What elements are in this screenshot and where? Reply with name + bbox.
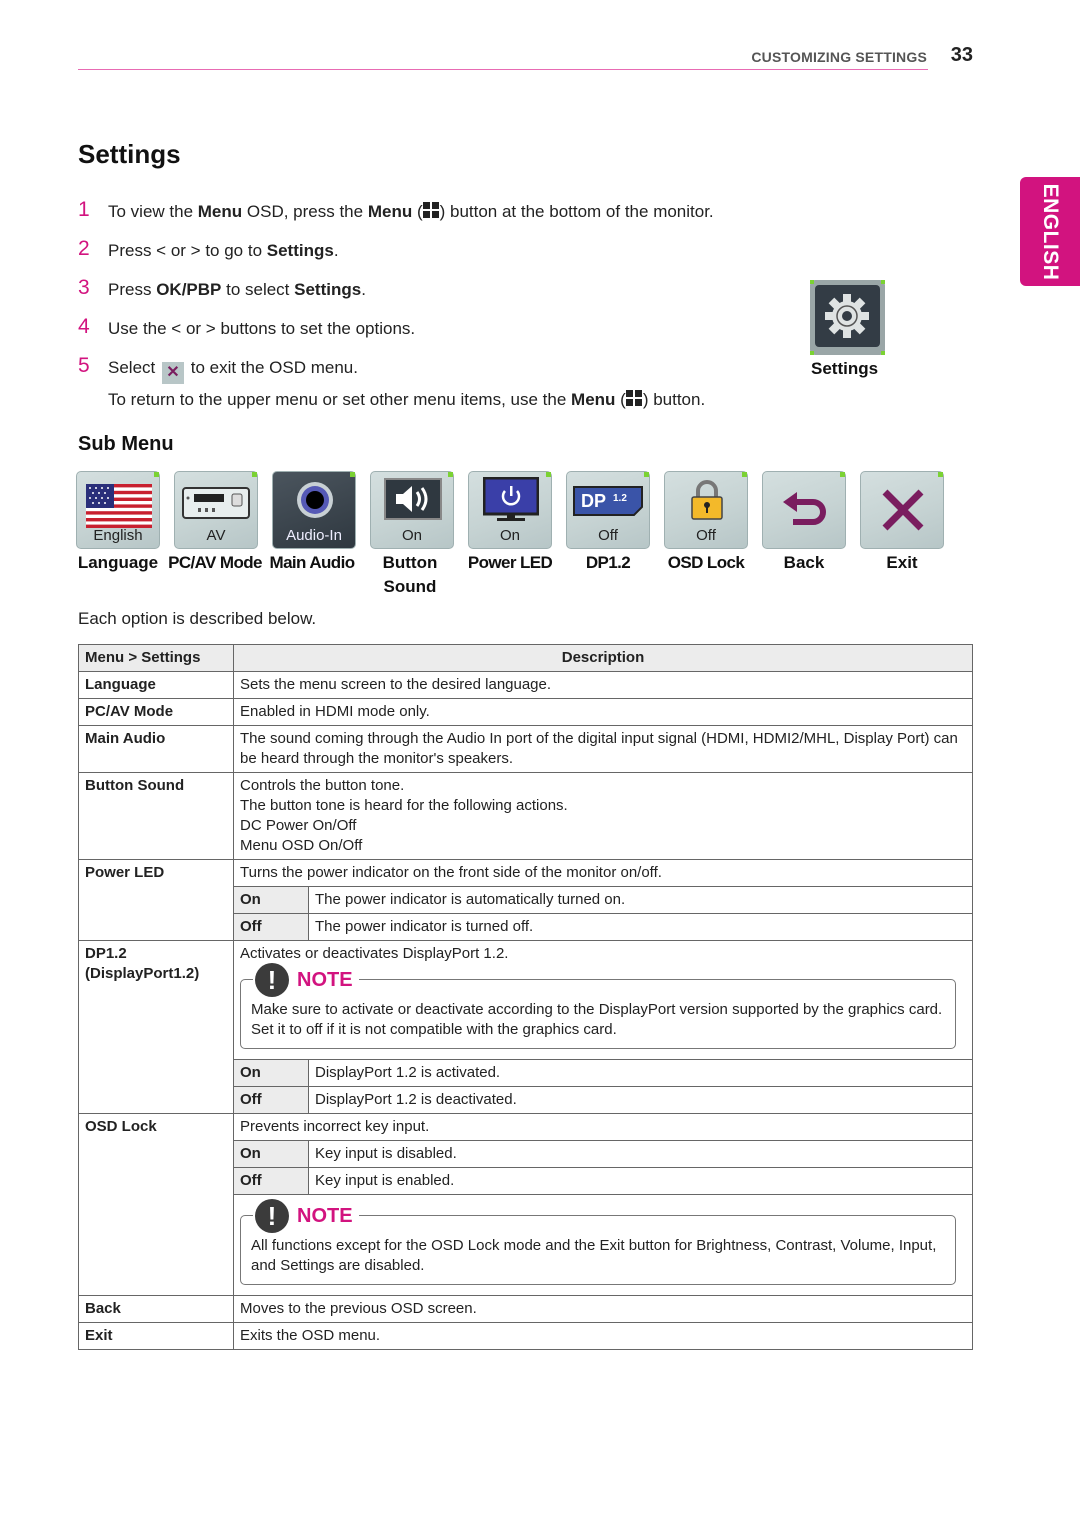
tile-label-power-led: Power LED — [467, 553, 553, 572]
row-desc: Controls the button tone. The button ton… — [233, 772, 973, 860]
row-desc: Prevents incorrect key input. On Key inpu… — [233, 1113, 973, 1296]
tile-value: Off — [598, 527, 618, 544]
table-row: Language Sets the menu screen to the des… — [78, 671, 973, 699]
return-instruction: To return to the upper menu or set other… — [108, 390, 706, 409]
svg-text:DP: DP — [581, 491, 606, 511]
row-desc: Sets the menu screen to the desired lang… — [233, 671, 973, 699]
table-row: OSD Lock Prevents incorrect key input. O… — [78, 1113, 973, 1296]
row-item: Power LED — [78, 859, 234, 941]
row-item: Language — [78, 671, 234, 699]
table-row: Button Sound Controls the button tone. T… — [78, 772, 973, 860]
tile-value: On — [499, 527, 520, 544]
language-tab: ENGLISH — [1020, 177, 1080, 286]
table-row: DP1.2 (DisplayPort1.2) Activates or deact… — [78, 940, 973, 1114]
note-box: ! NOTE Make sure to activate or deactivat… — [240, 963, 956, 1049]
exclamation-icon: ! — [255, 963, 289, 997]
step-text: Use the < or > buttons to set the option… — [108, 319, 416, 338]
table-row: Back Moves to the previous OSD screen. — [78, 1295, 973, 1323]
row-desc: Activates or deactivates DisplayPort 1.2… — [233, 940, 973, 1114]
svg-text:1.2: 1.2 — [613, 493, 627, 504]
tile-power-led[interactable]: On — [468, 471, 552, 549]
tile-value: Audio-In — [286, 527, 342, 544]
exit-x-icon: ✕ — [161, 362, 184, 384]
tile-value: AV — [206, 527, 226, 544]
step-text: Press OK/PBP to select Settings. — [108, 280, 366, 299]
table-row: Exit Exits the OSD menu. — [78, 1322, 973, 1350]
language-tab-label: ENGLISH — [1039, 183, 1062, 280]
tile-label-language: Language — [77, 553, 159, 572]
step-number: 4 — [78, 315, 90, 338]
tile-label-main-audio: Main Audio — [269, 553, 356, 572]
close-x-icon — [882, 489, 924, 531]
us-flag-icon — [86, 484, 152, 528]
row-desc: Enabled in HDMI mode only. — [233, 698, 973, 726]
table-row: Main Audio The sound coming through the … — [78, 725, 973, 773]
tile-dp12[interactable]: DP 1.2 Off — [566, 471, 650, 549]
row-item: PC/AV Mode — [78, 698, 234, 726]
step-number: 1 — [78, 198, 90, 221]
table-header-row: Menu > Settings Description — [78, 644, 973, 672]
description-intro: Each option is described below. — [78, 609, 317, 628]
page-number: 33 — [950, 44, 973, 66]
tile-pcav-mode[interactable]: AV — [174, 471, 258, 549]
tile-language[interactable]: English — [76, 471, 160, 549]
tile-label-button-sound: Button Sound — [382, 553, 438, 596]
row-desc: Moves to the previous OSD screen. — [233, 1295, 973, 1323]
tile-main-audio[interactable]: Audio-In — [272, 471, 356, 549]
step-number: 3 — [78, 276, 90, 299]
section-title: CUSTOMIZING SETTINGS — [751, 49, 927, 65]
row-item: Exit — [78, 1322, 234, 1350]
row-desc: Exits the OSD menu. — [233, 1322, 973, 1350]
row-item: Button Sound — [78, 772, 234, 860]
tile-label-dp12: DP1.2 — [585, 553, 631, 572]
step-number: 2 — [78, 237, 90, 260]
tile-value: Off — [696, 527, 716, 544]
row-desc: Turns the power indicator on the front s… — [233, 859, 973, 941]
tile-label-osd-lock: OSD Lock — [667, 553, 745, 572]
step-text: Select ✕ to exit the OSD menu. — [108, 358, 358, 384]
tile-label-back: Back — [783, 553, 825, 572]
header-rule — [78, 69, 928, 70]
tile-exit[interactable] — [860, 471, 944, 549]
menu-button-icon — [625, 390, 643, 407]
av-device-icon — [182, 487, 250, 519]
row-item: Main Audio — [78, 725, 234, 773]
page-title: Settings — [78, 139, 181, 169]
header-description: Description — [233, 644, 973, 672]
tile-label-pcav-mode: PC/AV Mode — [168, 553, 262, 572]
sub-menu-heading: Sub Menu — [78, 433, 174, 455]
tile-label-exit: Exit — [886, 553, 918, 572]
monitor-power-icon — [483, 477, 539, 521]
settings-description-table: Menu > Settings Description Language Set… — [78, 644, 973, 1350]
header-menu-settings: Menu > Settings — [78, 644, 234, 672]
row-item: Back — [78, 1295, 234, 1323]
step-text: Press < or > to go to Settings. — [108, 241, 339, 260]
speaker-icon — [384, 478, 442, 520]
tile-button-sound[interactable]: On — [370, 471, 454, 549]
row-item: DP1.2 (DisplayPort1.2) — [78, 940, 234, 1114]
row-desc: The sound coming through the Audio In po… — [233, 725, 973, 773]
menu-button-icon — [422, 202, 440, 219]
settings-gear-icon — [810, 280, 885, 355]
audio-jack-icon — [297, 482, 333, 518]
back-arrow-icon — [783, 492, 826, 525]
note-box: ! NOTE All functions except for the OSD L… — [240, 1199, 956, 1285]
settings-icon-caption: Settings — [811, 359, 879, 378]
step-number: 5 — [78, 354, 90, 377]
displayport-icon: DP 1.2 — [573, 486, 643, 516]
table-row: Power LED Turns the power indicator on t… — [78, 859, 973, 941]
tile-value: On — [401, 527, 422, 544]
tile-back[interactable] — [762, 471, 846, 549]
tile-osd-lock[interactable]: Off — [664, 471, 748, 549]
padlock-icon — [691, 480, 723, 520]
exclamation-icon: ! — [255, 1199, 289, 1233]
running-header: CUSTOMIZING SETTINGS 33 — [78, 44, 973, 70]
step-text: To view the Menu OSD, press the Menu () … — [108, 202, 714, 221]
table-row: PC/AV Mode Enabled in HDMI mode only. — [78, 698, 973, 726]
row-item: OSD Lock — [78, 1113, 234, 1296]
tile-value: English — [93, 527, 143, 544]
